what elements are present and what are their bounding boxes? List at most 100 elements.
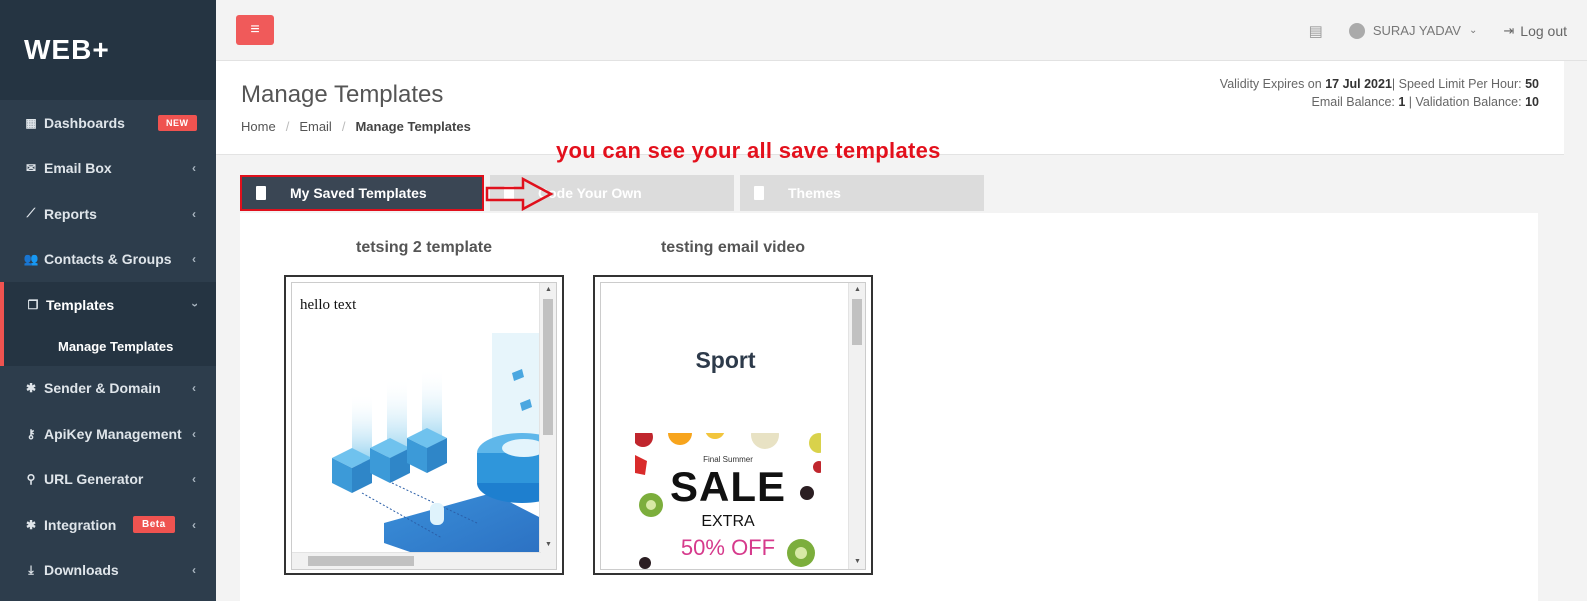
sidebar-item-label: Downloads	[44, 562, 119, 579]
sidebar: WEB+ ▦ Dashboards NEW ✉ Email Box ‹ ⟋ Re…	[0, 0, 216, 601]
sidebar-item-label: Templates	[46, 296, 115, 313]
sale-banner-image: Final Summer SALE EXTRA 50% OFF	[635, 433, 821, 569]
envelope-icon: ✉	[25, 161, 37, 176]
new-badge: NEW	[158, 114, 197, 131]
sidebar-item-label: Contacts & Groups	[44, 251, 172, 268]
grid-icon: ▦	[25, 115, 37, 130]
user-name: SURAJ YADAV	[1372, 23, 1461, 38]
sidebar-item-label: ApiKey Management	[44, 425, 182, 442]
document-icon	[754, 186, 764, 200]
topbar: ≡ ▤ SURAJ YADAV ⌄ ⇥ Log out	[216, 0, 1587, 61]
vertical-scrollbar[interactable]: ▲ ▼	[848, 283, 865, 569]
sidebar-item-label: Dashboards	[44, 114, 125, 131]
beta-badge: Beta	[133, 516, 175, 534]
sidebar-item-downloads[interactable]: ⤓ Downloads ‹	[0, 548, 216, 594]
isometric-illustration	[332, 333, 541, 563]
logout-button[interactable]: ⇥ Log out	[1503, 23, 1567, 39]
logout-label: Log out	[1520, 22, 1567, 39]
main-content: My Saved Templates Code Your Own Themes …	[240, 155, 1540, 601]
template-card[interactable]: testing email video Sport Final Summer S…	[593, 239, 873, 575]
horizontal-scrollbar[interactable]	[292, 552, 541, 569]
sidebar-item-label: Email Box	[44, 160, 112, 177]
chevron-down-icon: ‹	[187, 302, 201, 307]
tab-themes[interactable]: Themes	[740, 175, 984, 211]
hamburger-icon: ≡	[250, 21, 260, 38]
tab-label: My Saved Templates	[290, 185, 427, 201]
download-icon: ⤓	[28, 562, 34, 577]
validation-prefix: | Validation Balance:	[1408, 95, 1522, 109]
users-icon: 👥	[23, 252, 39, 267]
breadcrumb-home[interactable]: Home	[241, 119, 276, 134]
hamburger-menu-button[interactable]: ≡	[236, 15, 274, 45]
annotation-arrow-icon	[485, 177, 554, 211]
template-preview[interactable]: hello text ▲ ▼	[291, 282, 557, 570]
breadcrumb-email[interactable]: Email	[299, 119, 332, 134]
key-icon: ⚷	[26, 426, 36, 441]
email-balance-prefix: Email Balance:	[1311, 95, 1395, 109]
film-icon[interactable]: ▤	[1309, 22, 1323, 40]
chevron-down-icon: ⌄	[1468, 25, 1478, 36]
sidebar-item-label: URL Generator	[44, 471, 144, 488]
chevron-left-icon: ‹	[192, 426, 196, 441]
copy-icon: ❐	[27, 297, 39, 312]
sidebar-item-dashboards[interactable]: ▦ Dashboards NEW	[0, 100, 216, 146]
sale-line-3: EXTRA	[701, 513, 755, 530]
template-tabs: My Saved Templates Code Your Own Themes	[240, 175, 984, 211]
logout-icon: ⇥	[1503, 22, 1515, 38]
email-balance-value: 1	[1398, 95, 1406, 109]
chevron-left-icon: ‹	[192, 161, 196, 176]
scroll-up-icon[interactable]: ▲	[540, 283, 556, 297]
tab-label: Themes	[788, 185, 841, 201]
sale-line-4: 50% OFF	[680, 535, 776, 560]
chevron-left-icon: ‹	[192, 381, 196, 396]
speed-value: 50	[1525, 77, 1539, 91]
sidebar-item-reports[interactable]: ⟋ Reports ‹	[0, 191, 216, 237]
cog-icon: ✱	[25, 517, 37, 532]
templates-panel: tetsing 2 template hello text ▲ ▼ testin…	[240, 213, 1538, 601]
preview-text: hello text	[300, 297, 357, 313]
sidebar-item-contacts-groups[interactable]: 👥 Contacts & Groups ‹	[0, 237, 216, 283]
template-preview-frame: Sport Final Summer SALE EXTRA 50% OFF ▲ …	[593, 275, 873, 575]
scrollbar-thumb[interactable]	[852, 299, 862, 345]
template-card[interactable]: tetsing 2 template hello text ▲ ▼	[284, 239, 564, 575]
account-limits: Validity Expires on 17 Jul 2021| Speed L…	[1220, 75, 1539, 111]
template-title: tetsing 2 template	[355, 239, 493, 256]
chevron-left-icon: ‹	[192, 563, 196, 578]
validity-date: 17 Jul 2021	[1325, 77, 1392, 91]
sidebar-item-integration[interactable]: ✱ Integration Beta ‹	[0, 502, 216, 548]
scrollbar-thumb[interactable]	[543, 299, 553, 435]
scroll-down-icon[interactable]: ▼	[540, 538, 556, 552]
scroll-down-icon[interactable]: ▼	[849, 555, 865, 569]
user-menu[interactable]: SURAJ YADAV ⌄	[1348, 22, 1478, 39]
sidebar-item-email-box[interactable]: ✉ Email Box ‹	[0, 146, 216, 192]
line-chart-icon: ⟋	[26, 206, 36, 221]
user-icon	[1348, 22, 1365, 39]
gear-icon: ✱	[25, 381, 37, 396]
breadcrumb: Home / Email / Manage Templates	[241, 119, 471, 134]
scrollbar-thumb[interactable]	[308, 556, 414, 566]
sidebar-item-label: Reports	[44, 205, 97, 222]
sale-line-2: SALE	[669, 463, 786, 510]
scroll-up-icon[interactable]: ▲	[849, 283, 865, 297]
speed-prefix: | Speed Limit Per Hour:	[1391, 77, 1522, 91]
chevron-left-icon: ‹	[192, 517, 196, 532]
chevron-left-icon: ‹	[192, 252, 196, 267]
brand-logo[interactable]: WEB+	[0, 0, 216, 100]
document-icon	[256, 186, 266, 200]
breadcrumb-separator: /	[285, 119, 290, 134]
sidebar-item-templates[interactable]: ❐ Templates ‹	[0, 282, 216, 328]
preview-heading: Sport	[695, 347, 756, 373]
template-preview-frame: hello text ▲ ▼	[284, 275, 564, 575]
chevron-left-icon: ‹	[192, 472, 196, 487]
page-title: Manage Templates	[241, 81, 444, 108]
breadcrumb-separator: /	[341, 119, 346, 134]
template-title: testing email video	[660, 239, 806, 256]
template-preview[interactable]: Sport Final Summer SALE EXTRA 50% OFF ▲ …	[600, 282, 866, 570]
sidebar-item-apikey-management[interactable]: ⚷ ApiKey Management ‹	[0, 411, 216, 457]
sidebar-item-sender-domain[interactable]: ✱ Sender & Domain ‹	[0, 366, 216, 412]
tab-my-saved-templates[interactable]: My Saved Templates	[240, 175, 484, 211]
sidebar-subitem-manage-templates[interactable]: Manage Templates	[0, 327, 216, 366]
vertical-scrollbar[interactable]: ▲ ▼	[539, 283, 556, 569]
sidebar-item-url-generator[interactable]: ⚲ URL Generator ‹	[0, 457, 216, 503]
link-icon: ⚲	[26, 472, 36, 487]
